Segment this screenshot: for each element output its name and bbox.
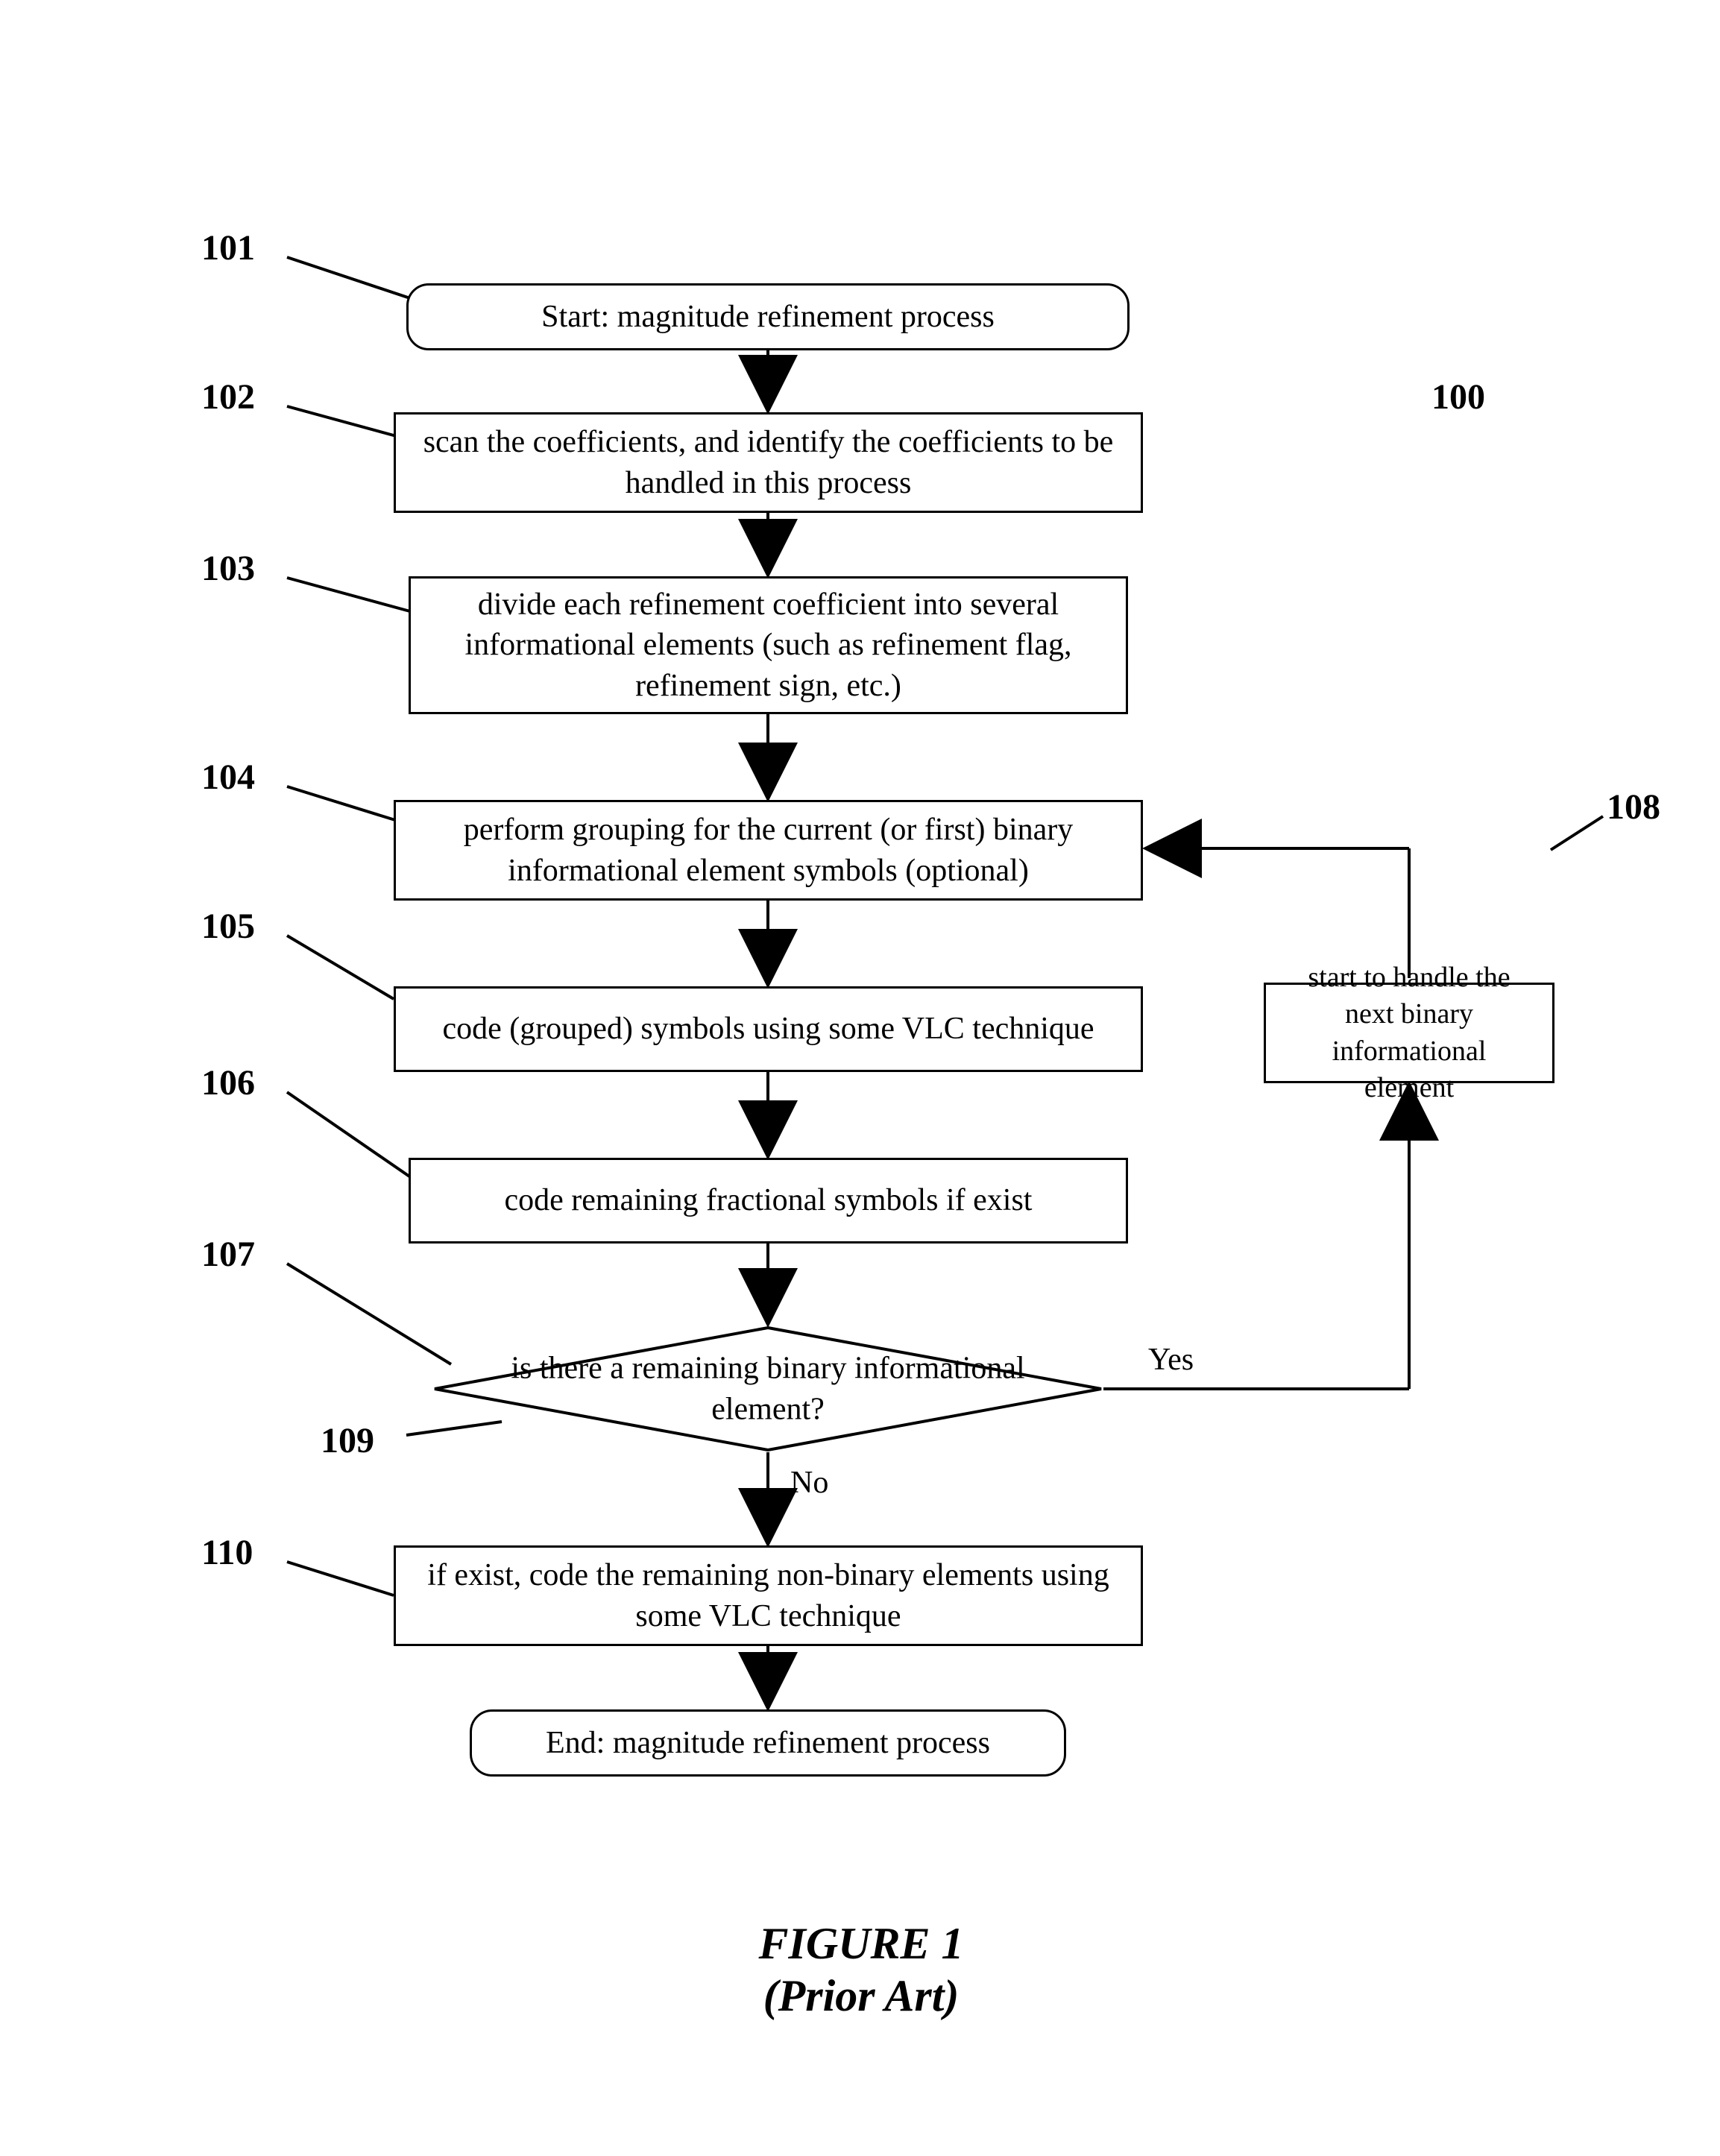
- label-105: 105: [201, 906, 255, 947]
- box-103: divide each refinement coefficient into …: [409, 576, 1128, 714]
- box-102: scan the coefficients, and identify the …: [394, 412, 1143, 513]
- box-106: code remaining fractional symbols if exi…: [409, 1158, 1128, 1244]
- box-start: Start: magnitude refinement process: [406, 283, 1130, 350]
- flowchart-container: 101 102 103 104 105 106 107 109 110 100 …: [0, 0, 1720, 2156]
- decision-107: is there a remaining binary informationa…: [432, 1326, 1103, 1452]
- label-106: 106: [201, 1062, 255, 1103]
- box-end: End: magnitude refinement process: [470, 1709, 1066, 1777]
- label-no: No: [790, 1465, 828, 1501]
- label-yes: Yes: [1148, 1342, 1194, 1378]
- label-102: 102: [201, 376, 255, 417]
- label-103: 103: [201, 548, 255, 589]
- box-108: start to handle the next binary informat…: [1264, 983, 1554, 1083]
- label-104: 104: [201, 757, 255, 798]
- box-109: if exist, code the remaining non-binary …: [394, 1545, 1143, 1646]
- label-110: 110: [201, 1532, 253, 1573]
- decision-107-text: is there a remaining binary informationa…: [500, 1348, 1036, 1429]
- figure-title-text: FIGURE 1: [758, 1919, 963, 1968]
- box-105: code (grouped) symbols using some VLC te…: [394, 986, 1143, 1072]
- figure-subtitle-text: (Prior Art): [763, 1971, 960, 2020]
- label-100: 100: [1431, 376, 1485, 417]
- label-108: 108: [1607, 787, 1660, 828]
- figure-title: FIGURE 1: [649, 1918, 1074, 1970]
- label-109: 109: [321, 1420, 374, 1461]
- label-101: 101: [201, 227, 255, 268]
- label-107: 107: [201, 1234, 255, 1275]
- box-104: perform grouping for the current (or fir…: [394, 800, 1143, 901]
- figure-subtitle: (Prior Art): [649, 1970, 1074, 2022]
